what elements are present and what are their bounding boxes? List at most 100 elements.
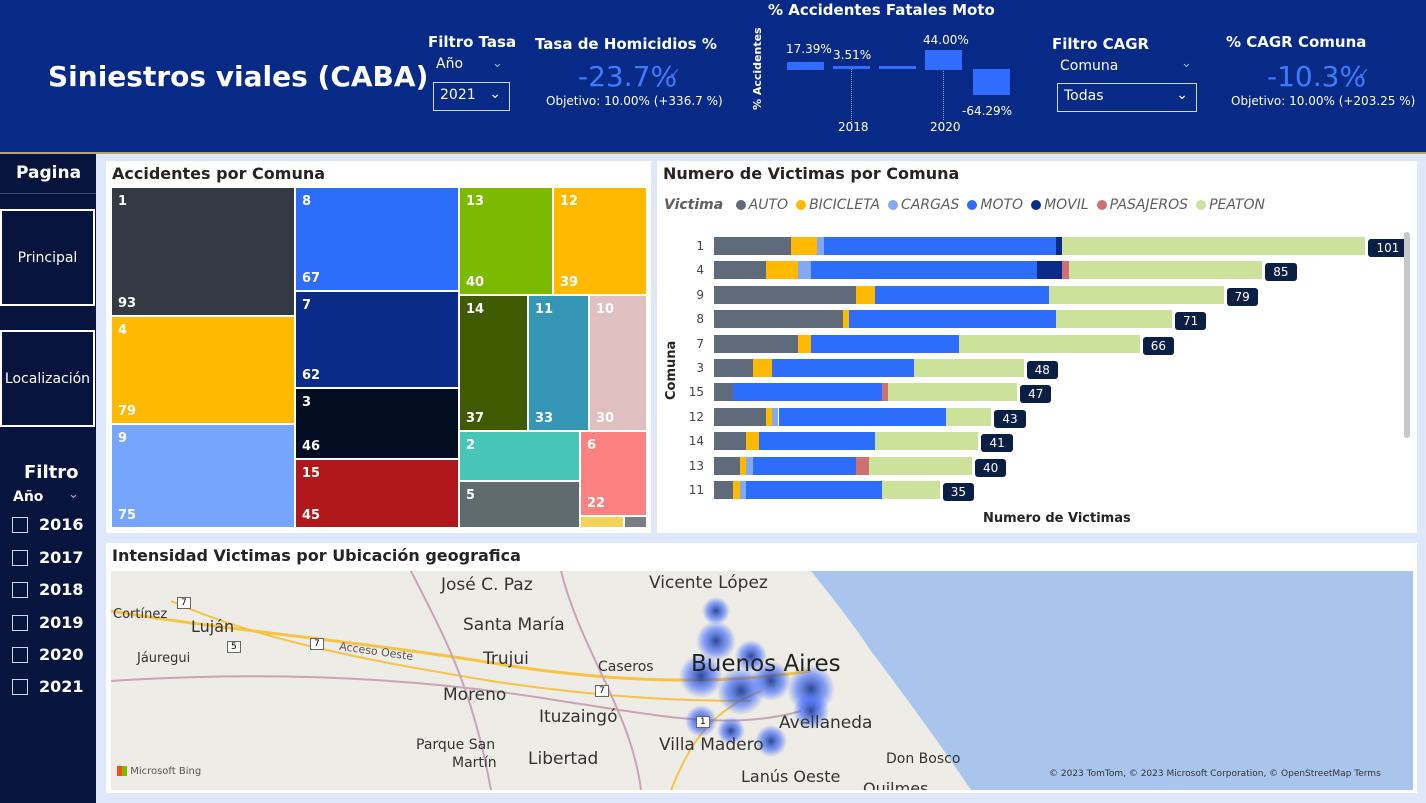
bar-segment[interactable] xyxy=(714,359,753,377)
bar-total-label: 66 xyxy=(1142,336,1174,355)
legend-item[interactable]: AUTO xyxy=(749,197,788,213)
tile-value: 79 xyxy=(118,404,137,419)
treemap-tile-small[interactable] xyxy=(624,516,647,528)
chevron-down-icon[interactable]: ⌄ xyxy=(1181,56,1192,71)
bar-segment[interactable] xyxy=(752,456,856,475)
comuna-dropdown[interactable]: Todas ⌄ xyxy=(1057,83,1197,112)
legend-item[interactable]: CARGAS xyxy=(901,197,959,213)
chevron-down-icon[interactable]: ⌄ xyxy=(68,487,79,502)
bar-segment[interactable] xyxy=(875,432,979,451)
bar-segment[interactable] xyxy=(765,261,798,280)
tile-comuna: 1 xyxy=(118,194,128,209)
bar-segment[interactable] xyxy=(1062,237,1366,255)
treemap-tile[interactable]: 12 39 xyxy=(553,187,647,295)
bar-segment[interactable] xyxy=(849,310,1056,329)
bar-total-label: 79 xyxy=(1226,287,1258,306)
bar-segment[interactable] xyxy=(778,407,947,426)
tile-value: 37 xyxy=(466,411,485,426)
bar-segment[interactable] xyxy=(855,456,869,475)
year-checkbox[interactable] xyxy=(12,550,28,566)
treemap-tile[interactable]: 15 45 xyxy=(295,459,459,528)
treemap-tile[interactable]: 7 62 xyxy=(295,291,459,388)
treemap-tile[interactable]: 14 37 xyxy=(459,295,528,431)
bar-segment[interactable] xyxy=(714,383,734,402)
bar-segment[interactable] xyxy=(714,285,856,304)
treemap-tile[interactable]: 5 xyxy=(459,481,580,528)
year-checkbox[interactable] xyxy=(12,615,28,631)
nav-principal-button[interactable]: Principal xyxy=(0,209,95,306)
bar-row xyxy=(714,310,1414,329)
map-attribution[interactable]: © 2023 TomTom, © 2023 Microsoft Corporat… xyxy=(1049,769,1381,779)
bar-segment[interactable] xyxy=(888,383,1018,402)
bar-segment[interactable] xyxy=(746,481,882,499)
moto-bar[interactable] xyxy=(973,69,1010,95)
legend-item[interactable]: BICICLETA xyxy=(809,197,880,213)
bar-segment[interactable] xyxy=(946,407,992,426)
year-checkbox[interactable] xyxy=(12,582,28,598)
vertical-scrollbar[interactable] xyxy=(1404,232,1410,438)
bar-segment[interactable] xyxy=(714,261,766,280)
bar-segment[interactable] xyxy=(714,310,843,329)
bar-segment[interactable] xyxy=(855,285,876,304)
bar-segment[interactable] xyxy=(875,285,1050,304)
treemap-tile-small[interactable] xyxy=(580,516,624,528)
bar-segment[interactable] xyxy=(752,359,773,377)
bar-segment[interactable] xyxy=(746,432,760,451)
bar-segment[interactable] xyxy=(733,383,882,402)
legend-item[interactable]: PASAJEROS xyxy=(1110,197,1188,213)
moto-bar[interactable] xyxy=(925,50,962,70)
bar-segment[interactable] xyxy=(714,334,798,353)
bar-segment[interactable] xyxy=(1049,285,1224,304)
map-city-label: Trujui xyxy=(483,649,529,669)
bar-segment[interactable] xyxy=(797,261,811,280)
bar-segment[interactable] xyxy=(797,334,811,353)
bar-segment[interactable] xyxy=(959,334,1140,353)
treemap-tile[interactable]: 8 67 xyxy=(295,187,459,291)
treemap-tile[interactable]: 13 40 xyxy=(459,187,553,295)
treemap-tile[interactable]: 6 22 xyxy=(580,431,647,516)
bar-segment[interactable] xyxy=(714,456,740,475)
bar-segment[interactable] xyxy=(810,334,960,353)
treemap-tile[interactable]: 1 93 xyxy=(111,187,295,316)
bar-segment[interactable] xyxy=(714,481,734,499)
nav-localizacion-button[interactable]: Localización xyxy=(0,330,95,427)
bar-segment[interactable] xyxy=(823,237,1056,255)
treemap-tile[interactable]: 2 xyxy=(459,431,580,481)
moto-chart-title: % Accidentes Fatales Moto xyxy=(768,1,995,19)
year-rate-dropdown[interactable]: 2021 ⌄ xyxy=(433,82,510,111)
moto-bar[interactable] xyxy=(833,66,870,69)
moto-bar[interactable] xyxy=(879,66,916,69)
treemap-tile[interactable]: 10 30 xyxy=(589,295,647,431)
bar-segment[interactable] xyxy=(881,481,940,499)
treemap-title: Accidentes por Comuna xyxy=(112,164,326,183)
moto-bar[interactable] xyxy=(787,62,824,70)
bar-segment[interactable] xyxy=(714,407,766,426)
year-checkbox[interactable] xyxy=(12,647,28,663)
treemap-tile[interactable]: 3 46 xyxy=(295,388,459,459)
bar-segment[interactable] xyxy=(1055,310,1172,329)
treemap-tile[interactable]: 4 79 xyxy=(111,316,295,424)
treemap-tile[interactable]: 11 33 xyxy=(528,295,589,431)
legend-item[interactable]: MOVIL xyxy=(1044,197,1089,213)
bar-segment[interactable] xyxy=(868,456,972,475)
bar-segment[interactable] xyxy=(791,237,818,255)
category-label: 7 xyxy=(696,336,704,351)
year-checkbox[interactable] xyxy=(12,679,28,695)
bar-segment[interactable] xyxy=(1068,261,1263,280)
bar-segment[interactable] xyxy=(1036,261,1063,280)
bar-segment[interactable] xyxy=(772,359,914,377)
bar-segment[interactable] xyxy=(810,261,1037,280)
bar-segment[interactable] xyxy=(714,432,747,451)
treemap-tile[interactable]: 9 75 xyxy=(111,424,295,528)
bar-segment[interactable] xyxy=(913,359,1024,377)
legend-item[interactable]: MOTO xyxy=(980,197,1023,213)
bar-total-label: 35 xyxy=(942,483,975,501)
moto-year-label: 2020 xyxy=(930,120,961,134)
year-checkbox[interactable] xyxy=(12,517,28,533)
tile-comuna: 4 xyxy=(118,323,128,338)
bar-segment[interactable] xyxy=(759,432,876,451)
bar-segment[interactable] xyxy=(714,237,792,255)
map[interactable]: José C. Paz Vicente López Cortínez Luján… xyxy=(111,571,1413,790)
chevron-down-icon[interactable]: ⌄ xyxy=(492,56,503,71)
legend-item[interactable]: PEATON xyxy=(1209,197,1265,213)
